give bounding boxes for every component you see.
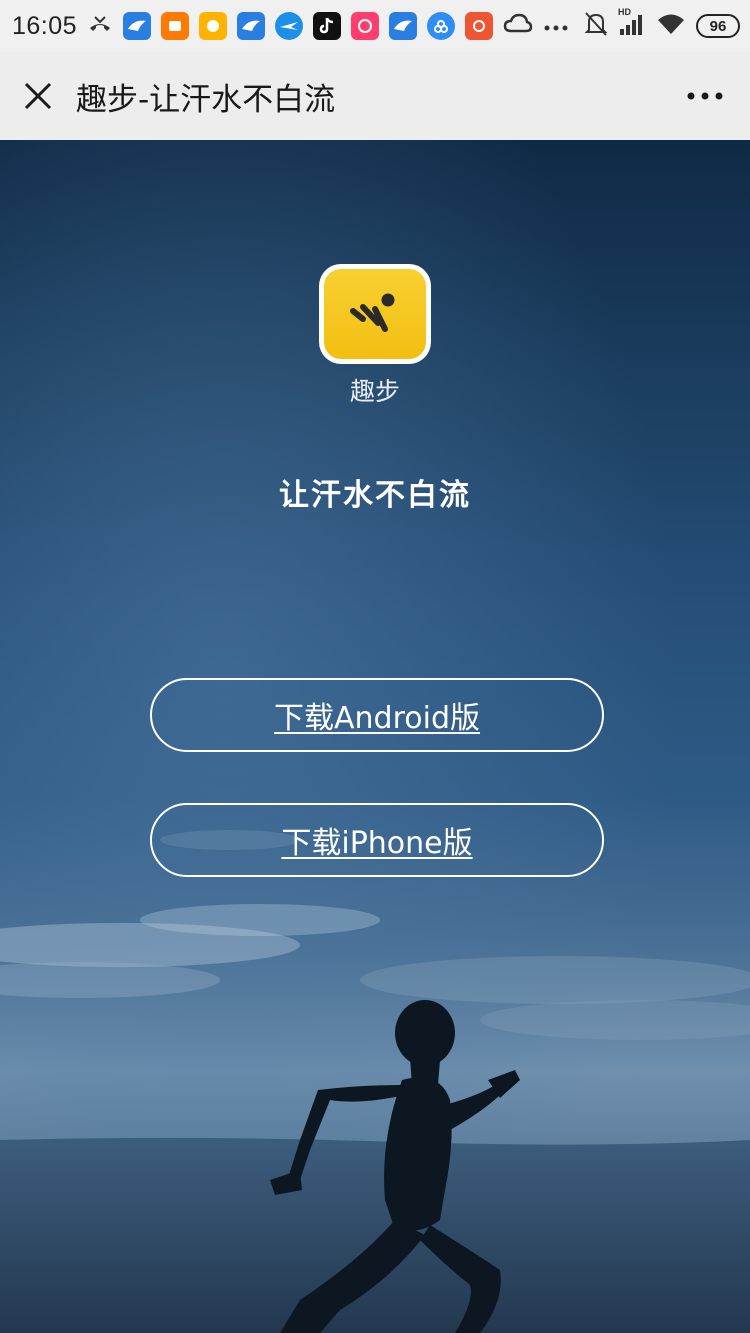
app-name: 趣步: [349, 377, 400, 406]
app-notification-icon: [465, 12, 494, 40]
app-notification-icon: [199, 12, 228, 40]
taobao-icon: [161, 12, 190, 40]
app-notification-icon: [389, 12, 418, 40]
missed-call-icon: [87, 11, 113, 41]
notification-icons: [87, 11, 584, 41]
tiktok-icon: [313, 12, 342, 40]
hero-section: 趣步 让汗水不白流 下载Android版 下载iPhone版: [0, 140, 750, 1333]
system-status-icons: HD 96: [584, 7, 740, 41]
status-time: 16:05: [12, 11, 78, 40]
signal-icon: HD: [618, 7, 646, 41]
app-notification-icon: [123, 12, 152, 40]
page-title: 趣步-让汗水不白流: [76, 81, 336, 118]
status-bar: 16:05 HD 96: [0, 0, 750, 52]
app-logo: [319, 264, 431, 364]
phone-screen: 16:05 HD 96 趣步-让汗水不白流 趣步 让汗水不白流 下载Androi…: [0, 0, 750, 1333]
more-options-button[interactable]: [660, 52, 750, 140]
more-dots-icon: [543, 17, 569, 36]
mute-icon: [584, 11, 608, 41]
close-button[interactable]: [0, 52, 76, 140]
app-notification-icon: [275, 12, 304, 40]
slogan: 让汗水不白流: [279, 478, 471, 513]
signal-hd-label: HD: [618, 7, 631, 17]
webview-nav-bar: 趣步-让汗水不白流: [0, 52, 750, 140]
running-figure-icon: [350, 293, 395, 332]
app-logo-badge: [324, 269, 426, 359]
app-notification-icon: [351, 12, 380, 40]
app-notification-icon: [427, 12, 456, 40]
cloud-icon: [503, 13, 533, 39]
app-notification-icon: [237, 12, 266, 40]
wifi-icon: [656, 12, 686, 40]
battery-level: 96: [709, 17, 727, 35]
battery-icon: 96: [696, 14, 740, 38]
close-icon: [24, 82, 52, 110]
download-android-button[interactable]: 下载Android版: [150, 678, 604, 752]
more-dots-icon: [687, 92, 723, 100]
download-iphone-button[interactable]: 下载iPhone版: [150, 803, 604, 877]
